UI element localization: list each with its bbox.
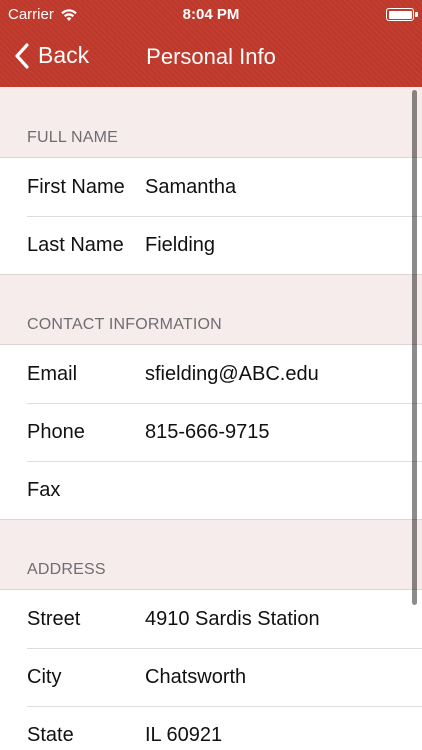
phone-label: Phone (27, 420, 85, 443)
email-value: sfielding@ABC.edu (145, 362, 319, 385)
first-name-value: Samantha (145, 175, 237, 198)
status-time: 8:04 PM (182, 6, 240, 23)
email-label: Email (27, 362, 78, 385)
city-value: Chatsworth (145, 665, 247, 688)
personal-info-list[interactable]: FULL NAME First Name Samantha Last Name … (0, 87, 422, 750)
section-header-contact-information: CONTACT INFORMATION (0, 274, 422, 345)
section-contact-information: Email sfielding@ABC.edu Phone 815-666-97… (0, 345, 422, 519)
section-header-full-name: FULL NAME (0, 87, 422, 158)
row-state[interactable]: State IL 60921 (0, 706, 422, 750)
section-full-name: First Name Samantha Last Name Fielding (0, 158, 422, 274)
chevron-left-icon (15, 42, 29, 69)
back-button[interactable]: Back (14, 42, 89, 69)
scrollbar[interactable] (412, 90, 417, 605)
row-last-name[interactable]: Last Name Fielding (0, 216, 422, 274)
section-address: Street 4910 Sardis Station City Chatswor… (0, 590, 422, 750)
phone-value: 815-666-9715 (145, 420, 270, 443)
row-city[interactable]: City Chatsworth (0, 648, 422, 706)
row-email[interactable]: Email sfielding@ABC.edu (0, 345, 422, 403)
fax-label: Fax (27, 478, 61, 501)
state-label: State (27, 723, 74, 746)
row-first-name[interactable]: First Name Samantha (0, 158, 422, 216)
row-phone[interactable]: Phone 815-666-9715 (0, 403, 422, 461)
street-value: 4910 Sardis Station (145, 607, 320, 630)
street-label: Street (27, 607, 81, 630)
row-fax[interactable]: Fax (0, 461, 422, 519)
last-name-value: Fielding (145, 233, 216, 256)
navigation-bar: Back Personal Info (0, 30, 422, 87)
section-header-address: ADDRESS (0, 519, 422, 590)
last-name-label: Last Name (27, 233, 124, 256)
city-label: City (27, 665, 62, 688)
first-name-label: First Name (27, 175, 125, 198)
state-value: IL 60921 (145, 723, 223, 746)
top-bar: Carrier 8:04 PM Back Personal Info (0, 0, 422, 87)
back-button-label: Back (38, 42, 90, 68)
status-bar: Carrier 8:04 PM (0, 0, 422, 30)
row-street[interactable]: Street 4910 Sardis Station (0, 590, 422, 648)
battery-icon (386, 8, 418, 21)
